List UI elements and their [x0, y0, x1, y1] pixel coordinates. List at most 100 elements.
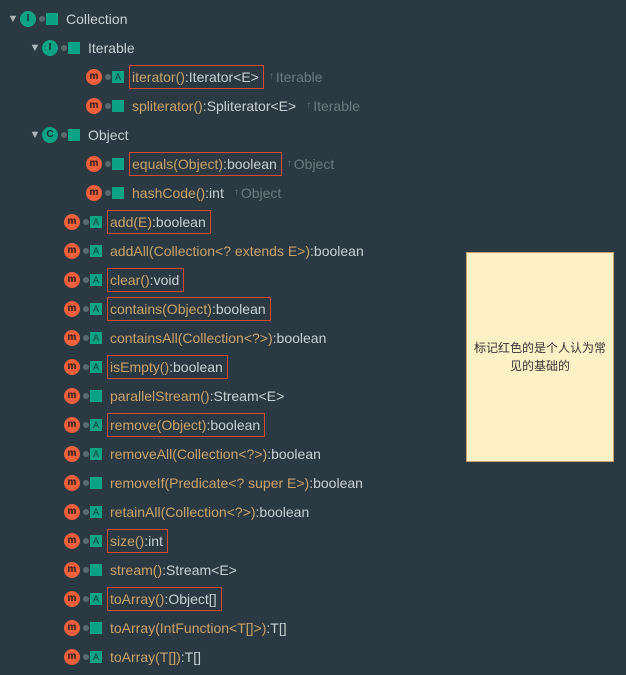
access-badge	[112, 187, 124, 199]
node-label: Iterable	[86, 37, 139, 59]
origin-text: Object	[241, 185, 281, 201]
origin-text: Iterable	[276, 69, 323, 85]
signature-type: void	[154, 272, 180, 288]
origin-text: Object	[294, 156, 334, 172]
method-icon: m	[86, 69, 102, 85]
chevron-down-icon[interactable]: ▼	[28, 129, 42, 141]
origin-text: Iterable	[313, 98, 360, 114]
node-label: toArray(IntFunction<T[]>): T[]	[108, 617, 291, 639]
node-label: contains(Object): boolean	[108, 298, 270, 320]
tree-node-interface[interactable]: ▼IIterable	[6, 33, 626, 62]
access-badge: A	[90, 245, 102, 257]
node-label: Object	[86, 124, 132, 146]
signature-type: boolean	[173, 359, 223, 375]
access-badge	[90, 622, 102, 634]
arrow-up-icon: ↑	[269, 71, 274, 82]
node-label: toArray(): Object[]	[108, 588, 221, 610]
lock-icon	[39, 16, 45, 22]
signature-name: toArray(IntFunction<T[]>)	[110, 620, 266, 636]
origin-label: ↑Object	[234, 185, 281, 201]
method-icon: m	[64, 301, 80, 317]
class-icon: C	[42, 127, 58, 143]
signature-name: parallelStream()	[110, 388, 210, 404]
method-icon: m	[64, 417, 80, 433]
access-badge: A	[90, 274, 102, 286]
method-icon: m	[86, 98, 102, 114]
signature-name: clear()	[110, 272, 150, 288]
chevron-down-icon[interactable]: ▼	[6, 13, 20, 25]
tree-node-root[interactable]: ▼ I Collection	[6, 4, 626, 33]
tree-node-interface[interactable]: ▼C Object	[6, 120, 626, 149]
node-label: add(E): boolean	[108, 211, 210, 233]
tree-node-method[interactable]: ▶mtoArray(IntFunction<T[]>): T[]	[6, 613, 626, 642]
tree-node-method[interactable]: ▶mAtoArray(T[]): T[]	[6, 642, 626, 671]
arrow-up-icon: ↑	[234, 187, 239, 198]
tree-node-method[interactable]: ▶mAretainAll(Collection<?>): boolean	[6, 497, 626, 526]
node-label: removeIf(Predicate<? super E>): boolean	[108, 472, 367, 494]
access-badge	[46, 13, 58, 25]
signature-type: T[]	[270, 620, 286, 636]
signature-name: contains(Object)	[110, 301, 212, 317]
signature-type: Object[]	[168, 591, 216, 607]
method-icon: m	[64, 272, 80, 288]
signature-name: size()	[110, 533, 144, 549]
method-icon: m	[86, 156, 102, 172]
signature-name: isEmpty()	[110, 359, 169, 375]
method-icon: m	[64, 388, 80, 404]
access-badge: A	[90, 332, 102, 344]
signature-type: boolean	[277, 330, 327, 346]
node-label: clear(): void	[108, 269, 183, 291]
node-label: addAll(Collection<? extends E>): boolean	[108, 240, 368, 262]
method-icon: m	[64, 475, 80, 491]
signature-name: spliterator()	[132, 98, 203, 114]
access-badge: A	[90, 651, 102, 663]
signature-name: addAll(Collection<? extends E>)	[110, 243, 310, 259]
method-icon: m	[64, 504, 80, 520]
lock-icon	[83, 248, 89, 254]
lock-icon	[83, 567, 89, 573]
method-icon: m	[64, 533, 80, 549]
tree-node-method[interactable]: ▶mAsize(): int	[6, 526, 626, 555]
origin-label: ↑Object	[287, 156, 334, 172]
signature-name: removeAll(Collection<?>)	[110, 446, 267, 462]
annotation-text: 标记红色的是个人认为常见的基础的	[473, 339, 607, 375]
lock-icon	[83, 306, 89, 312]
node-label: isEmpty(): boolean	[108, 356, 227, 378]
tree-node-method[interactable]: ▶mhashCode(): int↑Object	[6, 178, 626, 207]
chevron-down-icon[interactable]: ▼	[28, 42, 42, 54]
tree-node-method[interactable]: ▶mAiterator(): Iterator<E>↑Iterable	[6, 62, 626, 91]
method-icon: m	[64, 243, 80, 259]
access-badge: A	[90, 303, 102, 315]
annotation-note: 标记红色的是个人认为常见的基础的	[466, 252, 614, 462]
node-label: size(): int	[108, 530, 167, 552]
signature-type: boolean	[216, 301, 266, 317]
node-label: Collection	[64, 8, 131, 30]
arrow-up-icon: ↑	[287, 158, 292, 169]
node-label: parallelStream(): Stream<E>	[108, 385, 288, 407]
node-label: hashCode(): int	[130, 182, 228, 204]
method-icon: m	[64, 649, 80, 665]
signature-name: iterator()	[132, 69, 185, 85]
access-badge: A	[90, 593, 102, 605]
method-icon: m	[64, 330, 80, 346]
interface-icon: I	[20, 11, 36, 27]
lock-icon	[83, 393, 89, 399]
signature-name: Collection	[66, 11, 127, 27]
signature-type: boolean	[314, 243, 364, 259]
node-label: toArray(T[]): T[]	[108, 646, 205, 668]
tree-node-method[interactable]: ▶mAadd(E): boolean	[6, 207, 626, 236]
signature-name: containsAll(Collection<?>)	[110, 330, 273, 346]
lock-icon	[83, 625, 89, 631]
signature-name: stream()	[110, 562, 162, 578]
lock-icon	[61, 132, 67, 138]
tree-node-method[interactable]: ▶mstream(): Stream<E>	[6, 555, 626, 584]
lock-icon	[83, 538, 89, 544]
tree-node-method[interactable]: ▶mspliterator(): Spliterator<E>↑Iterable	[6, 91, 626, 120]
access-badge	[112, 158, 124, 170]
tree-node-method[interactable]: ▶mAtoArray(): Object[]	[6, 584, 626, 613]
tree-node-method[interactable]: ▶mequals(Object): boolean↑Object	[6, 149, 626, 178]
tree-node-method[interactable]: ▶mremoveIf(Predicate<? super E>): boolea…	[6, 468, 626, 497]
node-label: containsAll(Collection<?>): boolean	[108, 327, 330, 349]
lock-icon	[61, 45, 67, 51]
method-icon: m	[64, 214, 80, 230]
